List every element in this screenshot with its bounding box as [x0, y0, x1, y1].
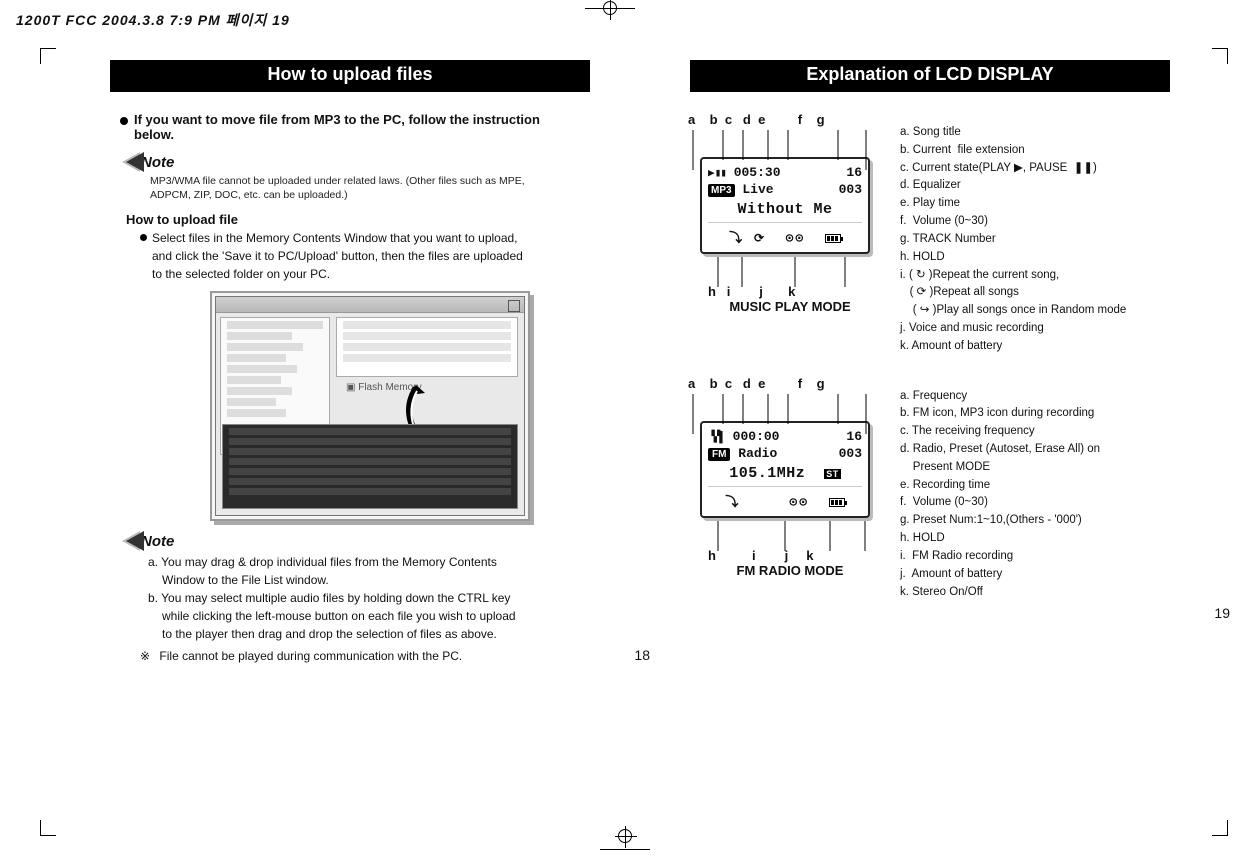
note2a-l2: Window to the File List window. — [148, 571, 630, 589]
footnote: ※ File cannot be played during communica… — [140, 649, 650, 663]
legend-fk: k. Stereo On/Off — [900, 584, 1100, 602]
lcd-play-time: 005:30 — [734, 165, 781, 180]
fm-legend: a. Frequency b. FM icon, MP3 icon during… — [900, 388, 1100, 602]
footnote-text: File cannot be played during communicati… — [159, 649, 462, 663]
note1-line2: ADPCM, ZIP, DOC, etc. can be uploaded.) — [150, 188, 610, 202]
note1-line1: MP3/WMA file cannot be uploaded under re… — [150, 174, 610, 188]
note2b-l1: b. You may select multiple audio files b… — [148, 589, 630, 607]
lcd-preset: 003 — [839, 446, 862, 461]
legend-c: c. Current state(PLAY ▶, PAUSE ❚❚) — [900, 160, 1126, 178]
page-19: Explanation of LCD DISPLAY a b c d e f g… — [670, 60, 1230, 621]
registration-mark-bottom — [600, 829, 650, 850]
note2a-l1: a. You may drag & drop individual files … — [148, 553, 630, 571]
record-icon: ⊙⊙ — [786, 231, 806, 246]
reference-mark-icon: ※ — [140, 649, 150, 663]
lcd-volume-fm: 16 — [846, 429, 862, 444]
legend-fe: e. Recording time — [900, 477, 1100, 495]
screenshot-illustration: ▣ Flash Memory — [210, 291, 530, 521]
page-18: How to upload files If you want to move … — [90, 60, 650, 663]
mp3-icon: MP3 — [708, 184, 735, 197]
section-title-lcd: Explanation of LCD DISPLAY — [690, 60, 1170, 92]
intro-line1: If you want to move file from MP3 to the… — [134, 112, 540, 127]
note2b-l2: while clicking the left-mouse button on … — [148, 607, 630, 625]
hold-icon: ⤵ — [729, 231, 744, 246]
record-icon: ⊙⊙ — [789, 495, 809, 510]
eq-bars-icon: ▮▮ — [715, 166, 726, 180]
battery-icon — [825, 234, 841, 243]
music-lcd: ▶▮▮ 005:30 16 MP3 Live 003 Without Me ⤵ … — [700, 157, 870, 254]
legend-i3: ( ↪ )Play all songs once in Random mode — [900, 302, 1126, 320]
intro-text: If you want to move file from MP3 to the… — [120, 112, 650, 142]
lcd-volume: 16 — [846, 165, 862, 180]
note-label: Note — [141, 154, 174, 171]
stereo-icon: ST — [824, 469, 841, 479]
legend-b: b. Current file extension — [900, 142, 1126, 160]
lcd-rec-time: 000:00 — [733, 429, 780, 444]
music-mode-title: MUSIC PLAY MODE — [680, 299, 900, 314]
hold-icon: ⤵ — [725, 495, 740, 510]
repeat-icon: ⟳ — [754, 232, 766, 246]
fm-icon: FM — [708, 448, 730, 461]
fm-bottom-labels: h i j k — [708, 548, 900, 563]
section-title-upload: How to upload files — [110, 60, 590, 92]
crop-mark — [40, 820, 56, 836]
legend-fb: b. FM icon, MP3 icon during recording — [900, 405, 1100, 423]
music-mode-block: a b c d e f g ▶▮▮ 005:30 16 MP3 Live 003 — [670, 112, 1230, 356]
upload-step: Select files in the Memory Contents Wind… — [140, 229, 620, 283]
legend-h: h. HOLD — [900, 249, 1126, 267]
music-top-labels: a b c d e f g — [688, 112, 900, 127]
fm-lcd: ▝▞▌ 000:00 16 FM Radio 003 105.1MHz ST ⤵… — [700, 421, 870, 518]
battery-icon — [829, 498, 845, 507]
legend-ff: f. Volume (0~30) — [900, 494, 1100, 512]
legend-i1: i. ( ↻ )Repeat the current song, — [900, 267, 1126, 285]
page-number-19: 19 — [1214, 605, 1230, 621]
legend-k: k. Amount of battery — [900, 338, 1126, 356]
legend-fd: d. Radio, Preset (Autoset, Erase All) on — [900, 441, 1100, 459]
legend-fi: i. FM Radio recording — [900, 548, 1100, 566]
fm-top-labels: a b c d e f g — [688, 376, 900, 391]
legend-j: j. Voice and music recording — [900, 320, 1126, 338]
registration-mark-top — [570, 8, 650, 24]
note-flag-1: Note — [126, 152, 650, 172]
legend-a: a. Song title — [900, 124, 1126, 142]
crop-mark — [40, 48, 56, 64]
note-arrow-icon — [126, 531, 144, 551]
legend-i2: ( ⟳ )Repeat all songs — [900, 284, 1126, 302]
music-diagram: a b c d e f g ▶▮▮ 005:30 16 MP3 Live 003 — [670, 112, 900, 356]
legend-d: d. Equalizer — [900, 177, 1126, 195]
fm-mode-title: FM RADIO MODE — [680, 563, 900, 578]
note2b-l3: to the player then drag and drop the sel… — [148, 625, 630, 643]
crop-mark — [1212, 820, 1228, 836]
note-arrow-icon — [126, 152, 144, 172]
legend-fa: a. Frequency — [900, 388, 1100, 406]
note-label: Note — [141, 533, 174, 550]
lcd-frequency: 105.1MHz — [729, 465, 805, 482]
legend-g: g. TRACK Number — [900, 231, 1126, 249]
music-bottom-labels: h i j k — [708, 284, 900, 299]
subheading-how-to-upload: How to upload file — [126, 212, 650, 227]
play-icon: ▶ — [708, 168, 715, 180]
note-flag-2: Note — [126, 531, 650, 551]
lcd-eq-mode: Live — [742, 182, 773, 197]
legend-fj: j. Amount of battery — [900, 566, 1100, 584]
page-number-18: 18 — [634, 647, 650, 663]
music-legend: a. Song title b. Current file extension … — [900, 124, 1126, 356]
upload-step-l1: Select files in the Memory Contents Wind… — [152, 231, 518, 245]
upload-step-l2: and click the 'Save it to PC/Upload' but… — [152, 249, 523, 263]
legend-f: f. Volume (0~30) — [900, 213, 1126, 231]
fm-mode-block: a b c d e f g ▝▞▌ 000:00 16 FM Radio 003 — [670, 376, 1230, 602]
fm-diagram: a b c d e f g ▝▞▌ 000:00 16 FM Radio 003 — [670, 376, 900, 602]
legend-fh: h. HOLD — [900, 530, 1100, 548]
upload-step-l3: to the selected folder on your PC. — [152, 267, 330, 281]
legend-fd2: Present MODE — [900, 459, 1100, 477]
lcd-track: 003 — [839, 182, 862, 197]
legend-e: e. Play time — [900, 195, 1126, 213]
intro-line2: below. — [134, 127, 174, 142]
lcd-mode-text: Radio — [738, 446, 777, 461]
lcd-song-title: Without Me — [708, 201, 862, 218]
legend-fc: c. The receiving frequency — [900, 423, 1100, 441]
legend-fg: g. Preset Num:1~10,(Others - '000') — [900, 512, 1100, 530]
antenna-icon: ▝▞▌ — [708, 430, 725, 444]
